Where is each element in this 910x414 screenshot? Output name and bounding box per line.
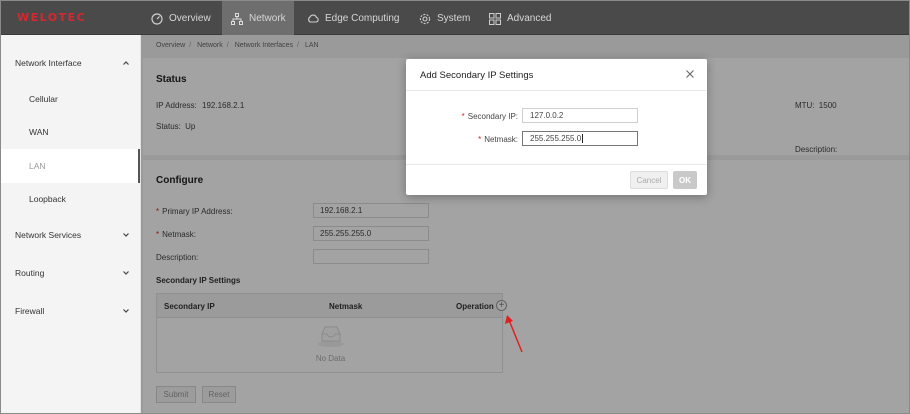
sidebar-group-label: Routing xyxy=(15,268,45,278)
sidebar-item-label: WAN xyxy=(29,127,49,137)
cancel-button[interactable]: Cancel xyxy=(630,171,668,189)
modal-netmask-label: * Netmask: xyxy=(478,135,518,144)
sidebar-group-routing[interactable]: Routing xyxy=(0,261,140,285)
nav-edge-computing[interactable]: Edge Computing xyxy=(307,1,407,36)
sidebar-group-firewall[interactable]: Firewall xyxy=(0,299,140,323)
sidebar-group-label: Firewall xyxy=(15,306,45,316)
network-icon xyxy=(231,12,243,25)
sidebar: Network Interface Cellular WAN LAN Loopb… xyxy=(0,35,141,414)
chevron-down-icon xyxy=(123,233,129,237)
dashboard-icon xyxy=(151,12,163,25)
brand-logo: WELOTEC xyxy=(17,11,87,24)
secondary-ip-label: * Secondary IP: xyxy=(461,112,518,121)
modal-netmask-input[interactable]: 255.255.255.0 xyxy=(522,131,638,146)
edge-computing-icon xyxy=(307,13,319,25)
chevron-down-icon xyxy=(123,271,129,275)
top-navigation-bar: WELOTEC Overview Network Edge Computing … xyxy=(0,0,910,36)
nav-label: Overview xyxy=(169,13,211,24)
sidebar-item-cellular[interactable]: Cellular xyxy=(0,87,140,111)
close-icon[interactable] xyxy=(685,69,695,79)
secondary-ip-input[interactable]: 127.0.0.2 xyxy=(522,108,638,123)
sidebar-group-network-interface[interactable]: Network Interface xyxy=(0,51,140,75)
nav-label: Network xyxy=(249,13,286,24)
sidebar-item-label: Loopback xyxy=(29,194,66,204)
annotation-arrow-icon xyxy=(505,315,523,353)
sidebar-item-wan[interactable]: WAN xyxy=(0,120,140,144)
sidebar-item-lan[interactable]: LAN xyxy=(0,149,140,183)
sidebar-item-loopback[interactable]: Loopback xyxy=(0,187,140,211)
nav-network[interactable]: Network xyxy=(222,1,294,36)
nav-advanced[interactable]: Advanced xyxy=(489,1,561,36)
nav-system[interactable]: System xyxy=(419,1,479,36)
sidebar-group-label: Network Services xyxy=(15,230,82,240)
nav-label: Edge Computing xyxy=(325,13,400,24)
chevron-down-icon xyxy=(123,309,129,313)
dialog-header-divider xyxy=(406,90,707,91)
add-secondary-ip-dialog: Add Secondary IP Settings * Secondary IP:… xyxy=(406,59,707,195)
sidebar-item-label: Cellular xyxy=(29,94,58,104)
dialog-footer-divider xyxy=(406,164,707,165)
nav-label: System xyxy=(437,13,471,24)
ok-button[interactable]: OK xyxy=(673,171,697,189)
sidebar-group-label: Network Interface xyxy=(15,58,82,68)
grid-icon xyxy=(489,12,501,25)
sidebar-group-network-services[interactable]: Network Services xyxy=(0,223,140,247)
nav-overview[interactable]: Overview xyxy=(147,1,219,36)
dialog-title: Add Secondary IP Settings xyxy=(420,70,534,81)
chevron-up-icon xyxy=(123,61,129,65)
gear-icon xyxy=(419,13,431,25)
nav-label: Advanced xyxy=(507,13,552,24)
sidebar-item-label: LAN xyxy=(29,161,46,171)
